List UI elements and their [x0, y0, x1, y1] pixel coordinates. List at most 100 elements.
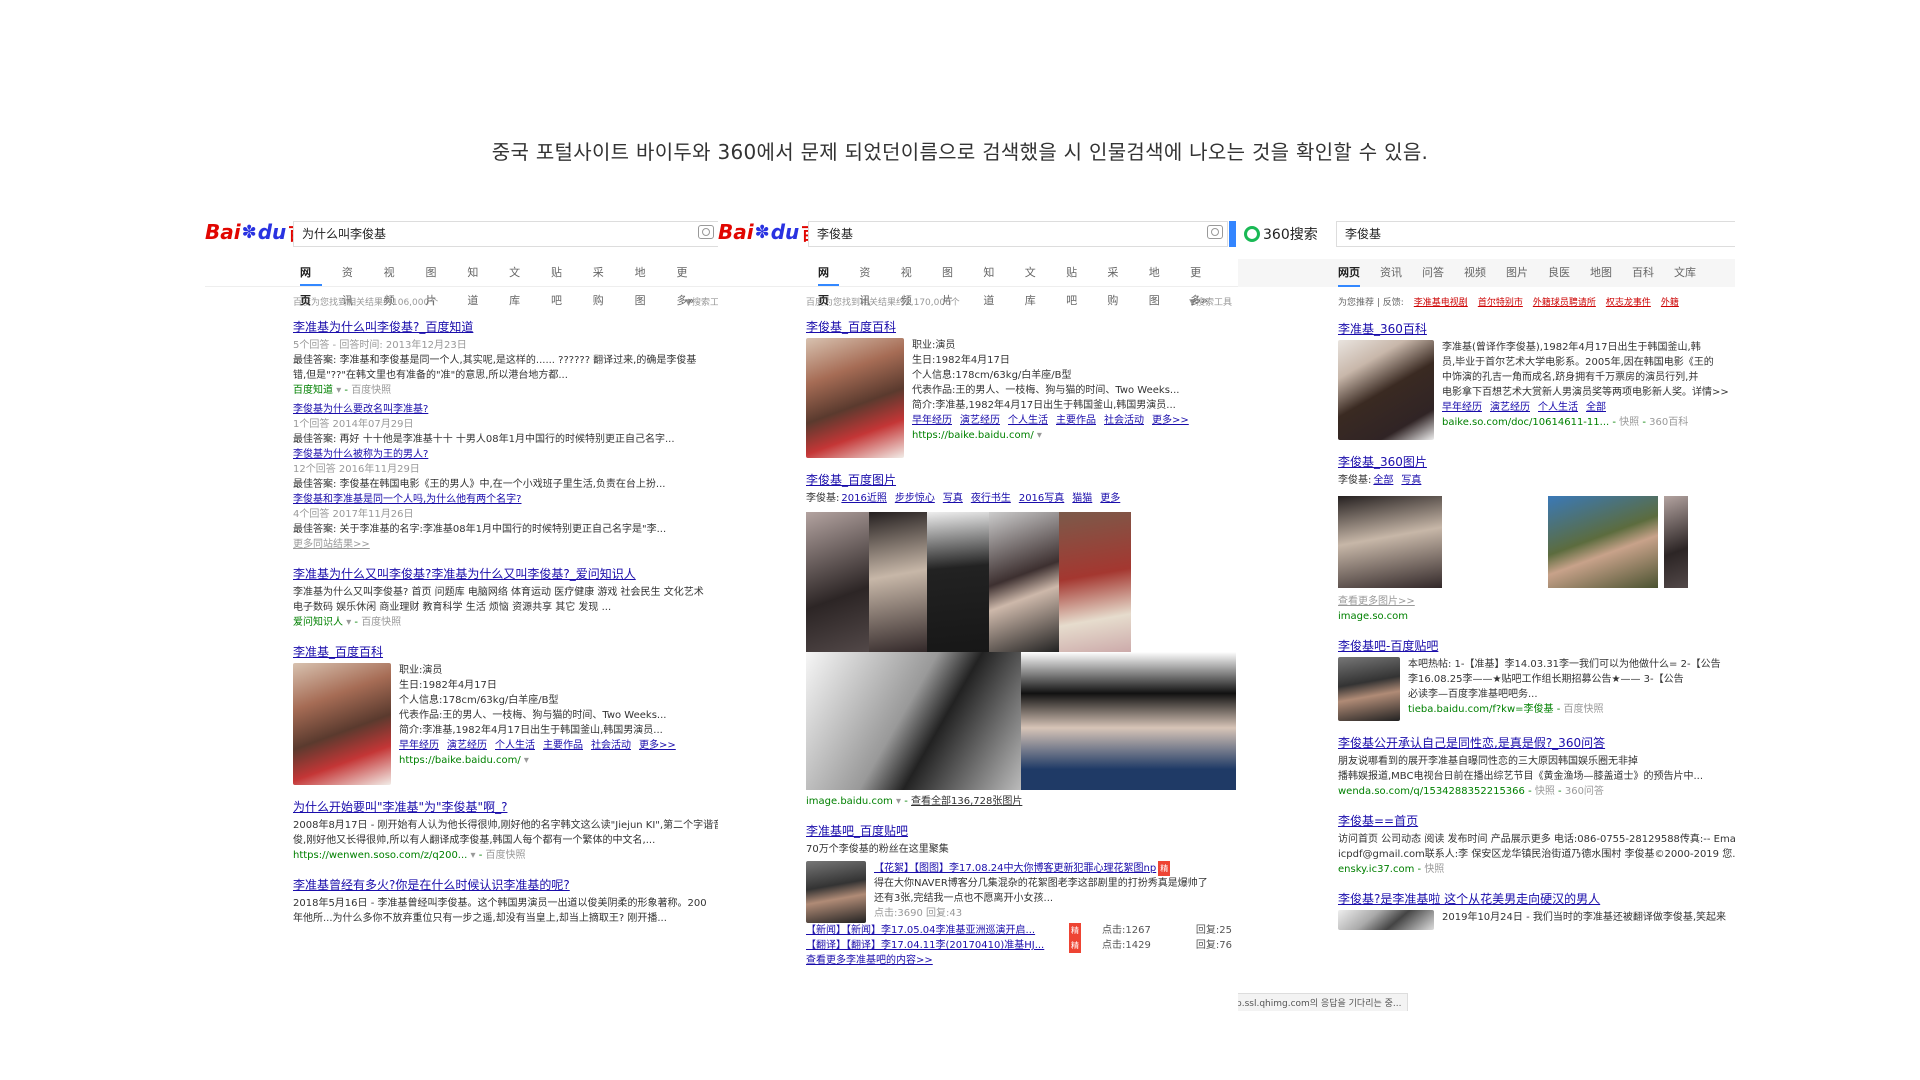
source-label[interactable]: 百度知道 [293, 385, 333, 396]
person-photo[interactable] [1338, 340, 1434, 440]
tab-qa[interactable]: 问答 [1422, 259, 1444, 287]
snapshot-link[interactable]: 百度快照 [361, 617, 401, 628]
related-question[interactable]: 李俊基为什么被称为王的男人? [293, 447, 719, 462]
baidu-search-panel-2: Bai✽du百度 李俊基 网页 资讯 视频 图片 知道 文库 贴吧 采购 地图 … [718, 211, 1238, 1011]
actor-photo[interactable] [1059, 512, 1131, 652]
result-count: 百度为您找到相关结果约106,000个 ▼搜索工 [293, 295, 719, 308]
actor-photo[interactable] [806, 512, 869, 652]
post-row: 【新闻】【新闻】李17.05.04李准基亚洲巡演开启... 精点击:1267 回复:… [806, 923, 1232, 938]
image-result: 李俊基_百度图片 李俊基: 2016近照 步步惊心 写真 夜行书生 2016写真 猫猫 更多 … [806, 471, 1236, 809]
snapshot-link[interactable]: 百度快照 [486, 850, 526, 861]
search-result: 李俊基?是李准基啦 这个从花美男走向硬汉的男人 2019年10月24日 - 我们… [1338, 890, 1735, 930]
result-title[interactable]: 李俊基_百度图片 [806, 471, 1232, 488]
actor-photo[interactable] [1548, 496, 1658, 588]
search-button[interactable] [1229, 221, 1236, 247]
tab-map[interactable]: 地图 [1590, 259, 1612, 287]
tab-doctor[interactable]: 良医 [1548, 259, 1570, 287]
article-thumbnail[interactable] [1338, 910, 1434, 930]
tab-baike[interactable]: 百科 [1632, 259, 1654, 287]
actor-photo[interactable] [1664, 496, 1688, 588]
source-label[interactable]: 爱问知识人 [293, 617, 343, 628]
actor-photo[interactable] [869, 512, 927, 652]
more-posts-link[interactable]: 查看更多李准基吧的内容>> [806, 953, 1232, 968]
post-title[interactable]: 【花絮】【图图】李17.08.24中大你博客更新犯罪心理花絮图np 精 [874, 861, 1208, 876]
dropdown-arrow-icon[interactable]: ▾ [471, 850, 476, 861]
view-all-images-link[interactable]: 查看全部136,728张图片 [911, 796, 1022, 807]
tab-more[interactable]: 更多» [676, 259, 705, 307]
tab-zhidao[interactable]: 知道 [983, 259, 1004, 307]
tab-news[interactable]: 资讯 [342, 259, 364, 307]
hot-badge: 精 [1158, 861, 1171, 876]
search-input[interactable]: 为什么叫李俊基 [293, 221, 719, 247]
dropdown-arrow-icon[interactable]: ▾ [896, 796, 901, 807]
search-header: 360搜索 李俊基 [1238, 211, 1735, 259]
so360-logo[interactable]: 360搜索 [1244, 224, 1318, 244]
dropdown-arrow-icon[interactable]: ▾ [524, 755, 529, 766]
result-title[interactable]: 为什么开始要叫"李准基"为"李俊基"啊_? [293, 798, 719, 815]
more-results-link[interactable]: 更多同站结果>> [293, 537, 719, 552]
search-result: 李俊基公开承认自己是同性恋,是真是假?_360问答 朋友说哪看到的展开李准基自曝… [1338, 734, 1735, 799]
tab-zhidao[interactable]: 知道 [467, 259, 489, 307]
image-grid-row-2 [806, 652, 1236, 790]
tab-images[interactable]: 图片 [425, 259, 447, 307]
actor-photo[interactable] [1448, 496, 1542, 588]
related-question[interactable]: 李俊基为什么要改名叫李准基? [293, 402, 719, 417]
search-input[interactable]: 李俊基 [1336, 221, 1735, 247]
actor-photo[interactable] [1021, 652, 1236, 790]
search-header: Bai✽du百度 李俊基 [718, 211, 1238, 259]
actor-photo[interactable] [806, 652, 1021, 790]
tab-news[interactable]: 资讯 [1380, 259, 1402, 287]
tab-more[interactable]: 更多» [1190, 259, 1218, 307]
result-title[interactable]: 李俊基_360图片 [1338, 453, 1735, 470]
tab-web[interactable]: 网页 [818, 259, 840, 307]
tab-images[interactable]: 图片 [1506, 259, 1528, 287]
tab-tieba[interactable]: 贴吧 [551, 259, 573, 307]
search-result: 李准基曾经有多火?你是在什么时候认识李准基的呢? 2018年5月16日 - 李准… [293, 876, 719, 926]
related-question[interactable]: 李俊基和李准基是同一个人吗,为什么他有两个名字? [293, 492, 719, 507]
actor-photo[interactable] [927, 512, 989, 652]
result-title[interactable]: 李准基为什么又叫李俊基?李准基为什么又叫李俊基?_爱问知识人 [293, 565, 719, 582]
tab-map[interactable]: 地图 [635, 259, 657, 307]
result-title[interactable]: 李准基为什么叫李俊基?_百度知道 [293, 318, 719, 335]
tab-wenku[interactable]: 文库 [509, 259, 531, 307]
tab-video[interactable]: 视频 [384, 259, 406, 307]
result-title[interactable]: 李俊基_百度百科 [806, 318, 1232, 335]
result-title[interactable]: 李准基_360百科 [1338, 320, 1735, 337]
person-photo[interactable] [293, 663, 391, 785]
tab-caigou[interactable]: 采购 [593, 259, 615, 307]
tab-web[interactable]: 网页 [300, 259, 322, 307]
tab-wenku[interactable]: 文库 [1674, 259, 1696, 287]
search-header: Bai✽du百度 为什么叫李俊基 [205, 211, 725, 259]
actor-photo[interactable] [1338, 496, 1442, 588]
tab-news[interactable]: 资讯 [859, 259, 880, 307]
dropdown-arrow-icon[interactable]: ▾ [336, 385, 341, 396]
tab-video[interactable]: 视频 [1464, 259, 1486, 287]
suggestion-bar: 为您推荐 | 反馈: 李准基电视剧 首尔特别市 外籍球员聘请所 权志龙事件 外籍 [1338, 298, 1679, 308]
result-title[interactable]: 李准基_百度百科 [293, 643, 719, 660]
tab-map[interactable]: 地图 [1149, 259, 1170, 307]
snapshot-link[interactable]: 百度快照 [351, 385, 391, 396]
person-photo[interactable] [806, 338, 904, 458]
result-title[interactable]: 李俊基公开承认自己是同性恋,是真是假?_360问答 [1338, 734, 1735, 751]
camera-icon[interactable] [698, 225, 714, 239]
result-title[interactable]: 李俊基==首页 [1338, 812, 1735, 829]
search-result: 李准基_360百科 李准基(曾译作李俊基),1982年4月17日出生于韩国釜山,… [1338, 320, 1735, 440]
search-input[interactable]: 李俊基 [808, 221, 1228, 247]
camera-icon[interactable] [1207, 225, 1223, 239]
tab-tieba[interactable]: 贴吧 [1066, 259, 1087, 307]
result-title[interactable]: 李俊基?是李准基啦 这个从花美男走向硬汉的男人 [1338, 890, 1735, 907]
dropdown-arrow-icon[interactable]: ▾ [346, 617, 351, 628]
actor-photo[interactable] [989, 512, 1059, 652]
browser-status-bar: p.ssl.qhimg.com의 응답을 기다리는 중... [1238, 993, 1409, 1011]
tab-caigou[interactable]: 采购 [1107, 259, 1128, 307]
result-title[interactable]: 李准基曾经有多火?你是在什么时候认识李准基的呢? [293, 876, 719, 893]
dropdown-arrow-icon[interactable]: ▾ [1037, 430, 1042, 441]
forum-thumbnail[interactable] [1338, 657, 1400, 721]
tab-images[interactable]: 图片 [942, 259, 963, 307]
result-title[interactable]: 李准基吧_百度贴吧 [806, 822, 1232, 839]
post-thumbnail[interactable] [806, 861, 866, 923]
tab-web[interactable]: 网页 [1338, 259, 1360, 287]
tab-wenku[interactable]: 文库 [1025, 259, 1046, 307]
result-title[interactable]: 李俊基吧-百度贴吧 [1338, 637, 1735, 654]
tab-video[interactable]: 视频 [901, 259, 922, 307]
